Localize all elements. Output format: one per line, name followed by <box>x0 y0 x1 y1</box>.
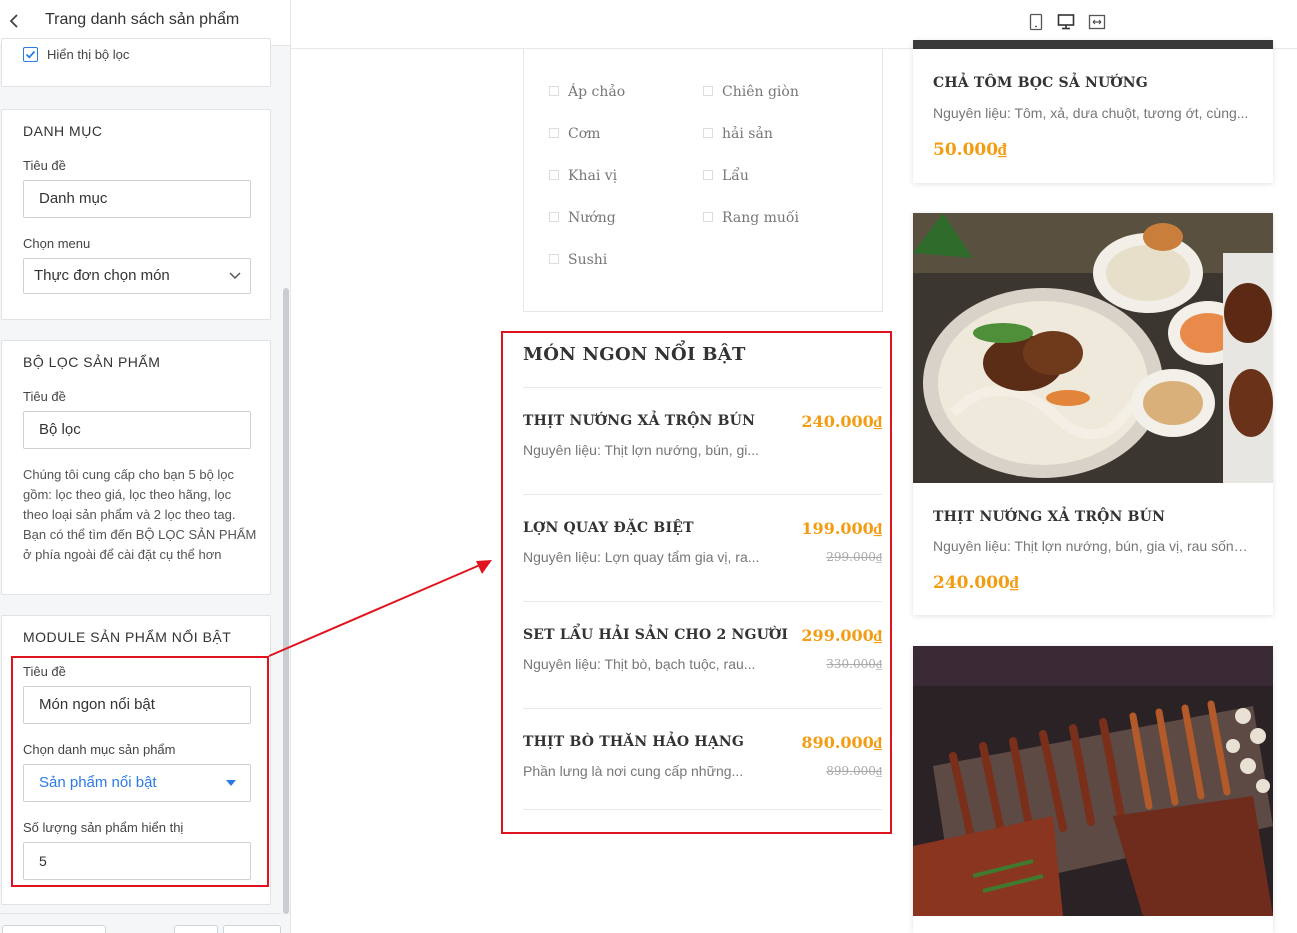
divider <box>523 809 882 810</box>
featured-item-price: 890.000₫ <box>801 733 882 752</box>
product-image[interactable] <box>913 646 1273 916</box>
footer-button-right[interactable] <box>223 925 281 933</box>
featured-title-input[interactable]: Món ngon nổi bật <box>23 686 251 724</box>
product-filter-card: BỘ LỌC SẢN PHẨM Tiêu đề Bộ lọc Chúng tôi… <box>1 340 271 595</box>
filter-item[interactable]: Lẩu <box>703 168 749 184</box>
category-title-input[interactable]: Danh mục <box>23 180 251 218</box>
divider <box>523 601 882 602</box>
filter-item[interactable]: Rang muối <box>703 210 799 226</box>
filter-item-label: Cơm <box>568 126 601 142</box>
chevron-down-icon <box>229 272 241 280</box>
filter-checkbox[interactable] <box>703 128 713 138</box>
show-filter-card: Hiển thị bộ lọc <box>1 38 271 87</box>
featured-item-price: 299.000₫ <box>801 626 882 645</box>
check-icon <box>25 50 36 59</box>
back-button[interactable] <box>4 10 26 32</box>
product-price: 50.000₫ <box>933 140 1007 160</box>
filter-item[interactable]: Khai vị <box>549 168 617 184</box>
product-desc: Nguyên liệu: Tôm, xả, dưa chuột, tương ớ… <box>933 105 1249 121</box>
featured-item-old-price: 299.000₫ <box>826 550 882 564</box>
filter-checkbox[interactable] <box>703 86 713 96</box>
featured-item-name[interactable]: THỊT BÒ THĂN HẢO HẠNG <box>523 734 744 750</box>
filter-item[interactable]: Cơm <box>549 126 600 142</box>
menu-select-label: Chọn menu <box>23 236 91 251</box>
product-name[interactable]: CHẢ TÔM BỌC SẢ NƯỚNG <box>933 75 1148 91</box>
filter-checkbox[interactable] <box>549 86 559 96</box>
divider <box>523 708 882 709</box>
filter-item-label: Sushi <box>568 252 608 268</box>
featured-item-desc: Phần lưng là nơi cung cấp những... <box>523 763 744 779</box>
featured-item-price: 199.000₫ <box>801 519 882 538</box>
filter-item-label: Áp chảo <box>568 84 626 100</box>
featured-category-label: Chọn danh mục sản phẩm <box>23 742 176 757</box>
filter-item[interactable]: Chiên giòn <box>703 84 799 100</box>
filter-item-label: Nướng <box>568 210 616 226</box>
filter-item-label: Khai vị <box>568 168 618 184</box>
filter-checkbox[interactable] <box>549 128 559 138</box>
featured-module-heading: MODULE SẢN PHẨM NỔI BẬT <box>23 629 232 645</box>
filter-item[interactable]: Nướng <box>549 210 616 226</box>
product-card[interactable]: THỊT NƯỚNG XẢ TRỘN BÚN Nguyên liệu: Thịt… <box>913 213 1273 615</box>
product-card[interactable] <box>913 646 1273 933</box>
featured-item-desc: Nguyên liệu: Thịt lợn nướng, bún, gi... <box>523 442 760 458</box>
show-filter-checkbox[interactable] <box>23 47 38 62</box>
featured-item-old-price: 899.000₫ <box>826 764 882 778</box>
filter-checkbox[interactable] <box>549 170 559 180</box>
featured-item-desc: Nguyên liệu: Lợn quay tẩm gia vị, ra... <box>523 549 760 565</box>
menu-select-value: Thực đơn chọn món <box>34 267 170 284</box>
filter-item[interactable]: Sushi <box>549 252 607 268</box>
filter-item-label: Chiên giòn <box>722 84 799 100</box>
filter-item[interactable]: hải sản <box>703 126 773 142</box>
featured-item-name[interactable]: THỊT NƯỚNG XẢ TRỘN BÚN <box>523 413 755 429</box>
settings-panel: Trang danh sách sản phẩm Hiển thị bộ lọc… <box>0 0 291 933</box>
mobile-icon[interactable] <box>1026 12 1046 32</box>
desktop-icon[interactable] <box>1056 12 1076 32</box>
filter-item-label: Lẩu <box>722 168 749 184</box>
product-card[interactable]: CHẢ TÔM BỌC SẢ NƯỚNG Nguyên liệu: Tôm, x… <box>913 40 1273 183</box>
filter-checkbox[interactable] <box>703 170 713 180</box>
featured-category-value: Sản phẩm nổi bật <box>39 774 157 791</box>
featured-title-label: Tiêu đề <box>23 664 66 679</box>
scrollbar-thumb[interactable] <box>283 288 289 914</box>
filter-checkbox[interactable] <box>549 212 559 222</box>
featured-title: MÓN NGON NỔI BẬT <box>523 344 746 365</box>
panel-title: Trang danh sách sản phẩm <box>45 11 240 28</box>
filter-item-label: hải sản <box>722 126 773 142</box>
filter-checkbox[interactable] <box>549 254 559 264</box>
filter-item[interactable]: Áp chảo <box>549 84 625 100</box>
product-price: 240.000₫ <box>933 573 1019 593</box>
annotation-box-preview <box>501 331 892 834</box>
filter-checkbox[interactable] <box>703 212 713 222</box>
category-title-label: Tiêu đề <box>23 158 66 173</box>
product-image[interactable] <box>913 213 1273 483</box>
category-card: DANH MỤC Tiêu đề Danh mục Chọn menu Thực… <box>1 109 271 320</box>
featured-item-price: 240.000₫ <box>801 412 882 431</box>
featured-module-card: MODULE SẢN PHẨM NỔI BẬT Tiêu đề Món ngon… <box>1 615 271 905</box>
product-image <box>913 40 1273 49</box>
featured-item-desc: Nguyên liệu: Thịt bò, bạch tuộc, rau... <box>523 656 756 672</box>
chevron-left-icon <box>9 14 18 28</box>
caret-down-icon <box>226 780 236 786</box>
featured-count-input[interactable]: 5 <box>23 842 251 880</box>
footer-button-middle[interactable] <box>174 925 218 933</box>
product-filter-help: Chúng tôi cung cấp cho bạn 5 bộ lọc gồm:… <box>23 467 257 562</box>
featured-item-name[interactable]: SET LẨU HẢI SẢN CHO 2 NGƯỜI <box>523 627 788 643</box>
menu-select[interactable]: Thực đơn chọn món <box>23 258 251 294</box>
show-filter-label: Hiển thị bộ lọc <box>47 47 130 62</box>
product-filter-title-label: Tiêu đề <box>23 389 66 404</box>
product-name[interactable]: THỊT NƯỚNG XẢ TRỘN BÚN <box>933 509 1165 525</box>
featured-count-label: Số lượng sản phẩm hiển thị <box>23 820 184 835</box>
featured-category-select[interactable]: Sản phẩm nổi bật <box>23 764 251 802</box>
product-filter-title-input[interactable]: Bộ lọc <box>23 411 251 449</box>
filter-item-label: Rang muối <box>722 210 799 226</box>
footer-button-left[interactable] <box>2 925 106 933</box>
product-filter-heading: BỘ LỌC SẢN PHẨM <box>23 354 161 370</box>
featured-item-name[interactable]: LỢN QUAY ĐẶC BIỆT <box>523 520 694 536</box>
featured-item-old-price: 330.000₫ <box>826 657 882 671</box>
divider <box>523 387 882 388</box>
product-desc: Nguyên liệu: Thịt lợn nướng, bún, gia vị… <box>933 538 1253 554</box>
divider <box>523 494 882 495</box>
fullwidth-icon[interactable] <box>1087 12 1107 32</box>
category-heading: DANH MỤC <box>23 123 103 139</box>
